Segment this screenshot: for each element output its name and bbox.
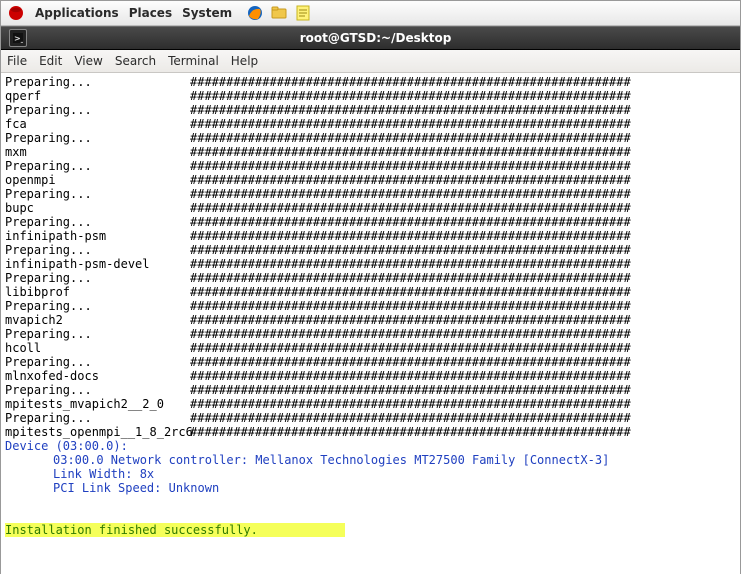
output-line: Preparing...############################… — [5, 159, 736, 173]
output-line: Preparing...############################… — [5, 327, 736, 341]
desktop-panel: Applications Places System — [1, 1, 740, 26]
device-info-line: PCI Link Speed: Unknown — [5, 481, 736, 495]
output-line: mlnxofed-docs###########################… — [5, 369, 736, 383]
output-line: Preparing...############################… — [5, 299, 736, 313]
device-info-line: Device (03:00.0): — [5, 439, 736, 453]
panel-places[interactable]: Places — [129, 6, 172, 20]
folder-icon[interactable] — [270, 4, 288, 22]
device-info-line: Link Width: 8x — [5, 467, 736, 481]
terminal-menubar: File Edit View Search Terminal Help — [1, 50, 740, 73]
output-line: Preparing...############################… — [5, 75, 736, 89]
window-titlebar: >_ root@GTSD:~/Desktop — [1, 26, 740, 50]
output-line: Preparing...############################… — [5, 411, 736, 425]
output-line: Preparing...############################… — [5, 215, 736, 229]
blank-line — [5, 509, 736, 523]
panel-applications[interactable]: Applications — [35, 6, 119, 20]
device-info-line: 03:00.0 Network controller: Mellanox Tec… — [5, 453, 736, 467]
output-line: qperf###################################… — [5, 89, 736, 103]
output-line: bupc####################################… — [5, 201, 736, 215]
menu-search[interactable]: Search — [115, 54, 156, 68]
output-line: Preparing...############################… — [5, 103, 736, 117]
output-line: Preparing...############################… — [5, 383, 736, 397]
terminal-output[interactable]: Preparing...############################… — [1, 73, 740, 579]
terminal-icon: >_ — [9, 29, 27, 47]
svg-text:>_: >_ — [14, 34, 23, 43]
output-line: Preparing...############################… — [5, 271, 736, 285]
panel-system[interactable]: System — [182, 6, 232, 20]
output-line: fca#####################################… — [5, 117, 736, 131]
output-line: hcoll###################################… — [5, 341, 736, 355]
menu-view[interactable]: View — [74, 54, 102, 68]
menu-terminal[interactable]: Terminal — [168, 54, 219, 68]
output-line: mvapich2################################… — [5, 313, 736, 327]
output-line: openmpi#################################… — [5, 173, 736, 187]
notes-icon[interactable] — [294, 4, 312, 22]
output-line: Preparing...############################… — [5, 355, 736, 369]
menu-edit[interactable]: Edit — [39, 54, 62, 68]
output-line: mxm#####################################… — [5, 145, 736, 159]
firefox-icon[interactable] — [246, 4, 264, 22]
redhat-icon — [7, 4, 25, 22]
menu-file[interactable]: File — [7, 54, 27, 68]
output-line: Preparing...############################… — [5, 131, 736, 145]
install-success-line: Installation finished successfully. — [5, 523, 736, 537]
output-line: Preparing...############################… — [5, 187, 736, 201]
output-line: Preparing...############################… — [5, 243, 736, 257]
menu-help[interactable]: Help — [231, 54, 258, 68]
output-line: libibprof###############################… — [5, 285, 736, 299]
output-line: mpitests_openmpi__1_8_2rc6##############… — [5, 425, 736, 439]
output-line: infinipath-psm##########################… — [5, 229, 736, 243]
window-title: root@GTSD:~/Desktop — [35, 31, 716, 45]
output-line: infinipath-psm-devel####################… — [5, 257, 736, 271]
output-line: mpitests_mvapich2__2_0##################… — [5, 397, 736, 411]
blank-line — [5, 495, 736, 509]
